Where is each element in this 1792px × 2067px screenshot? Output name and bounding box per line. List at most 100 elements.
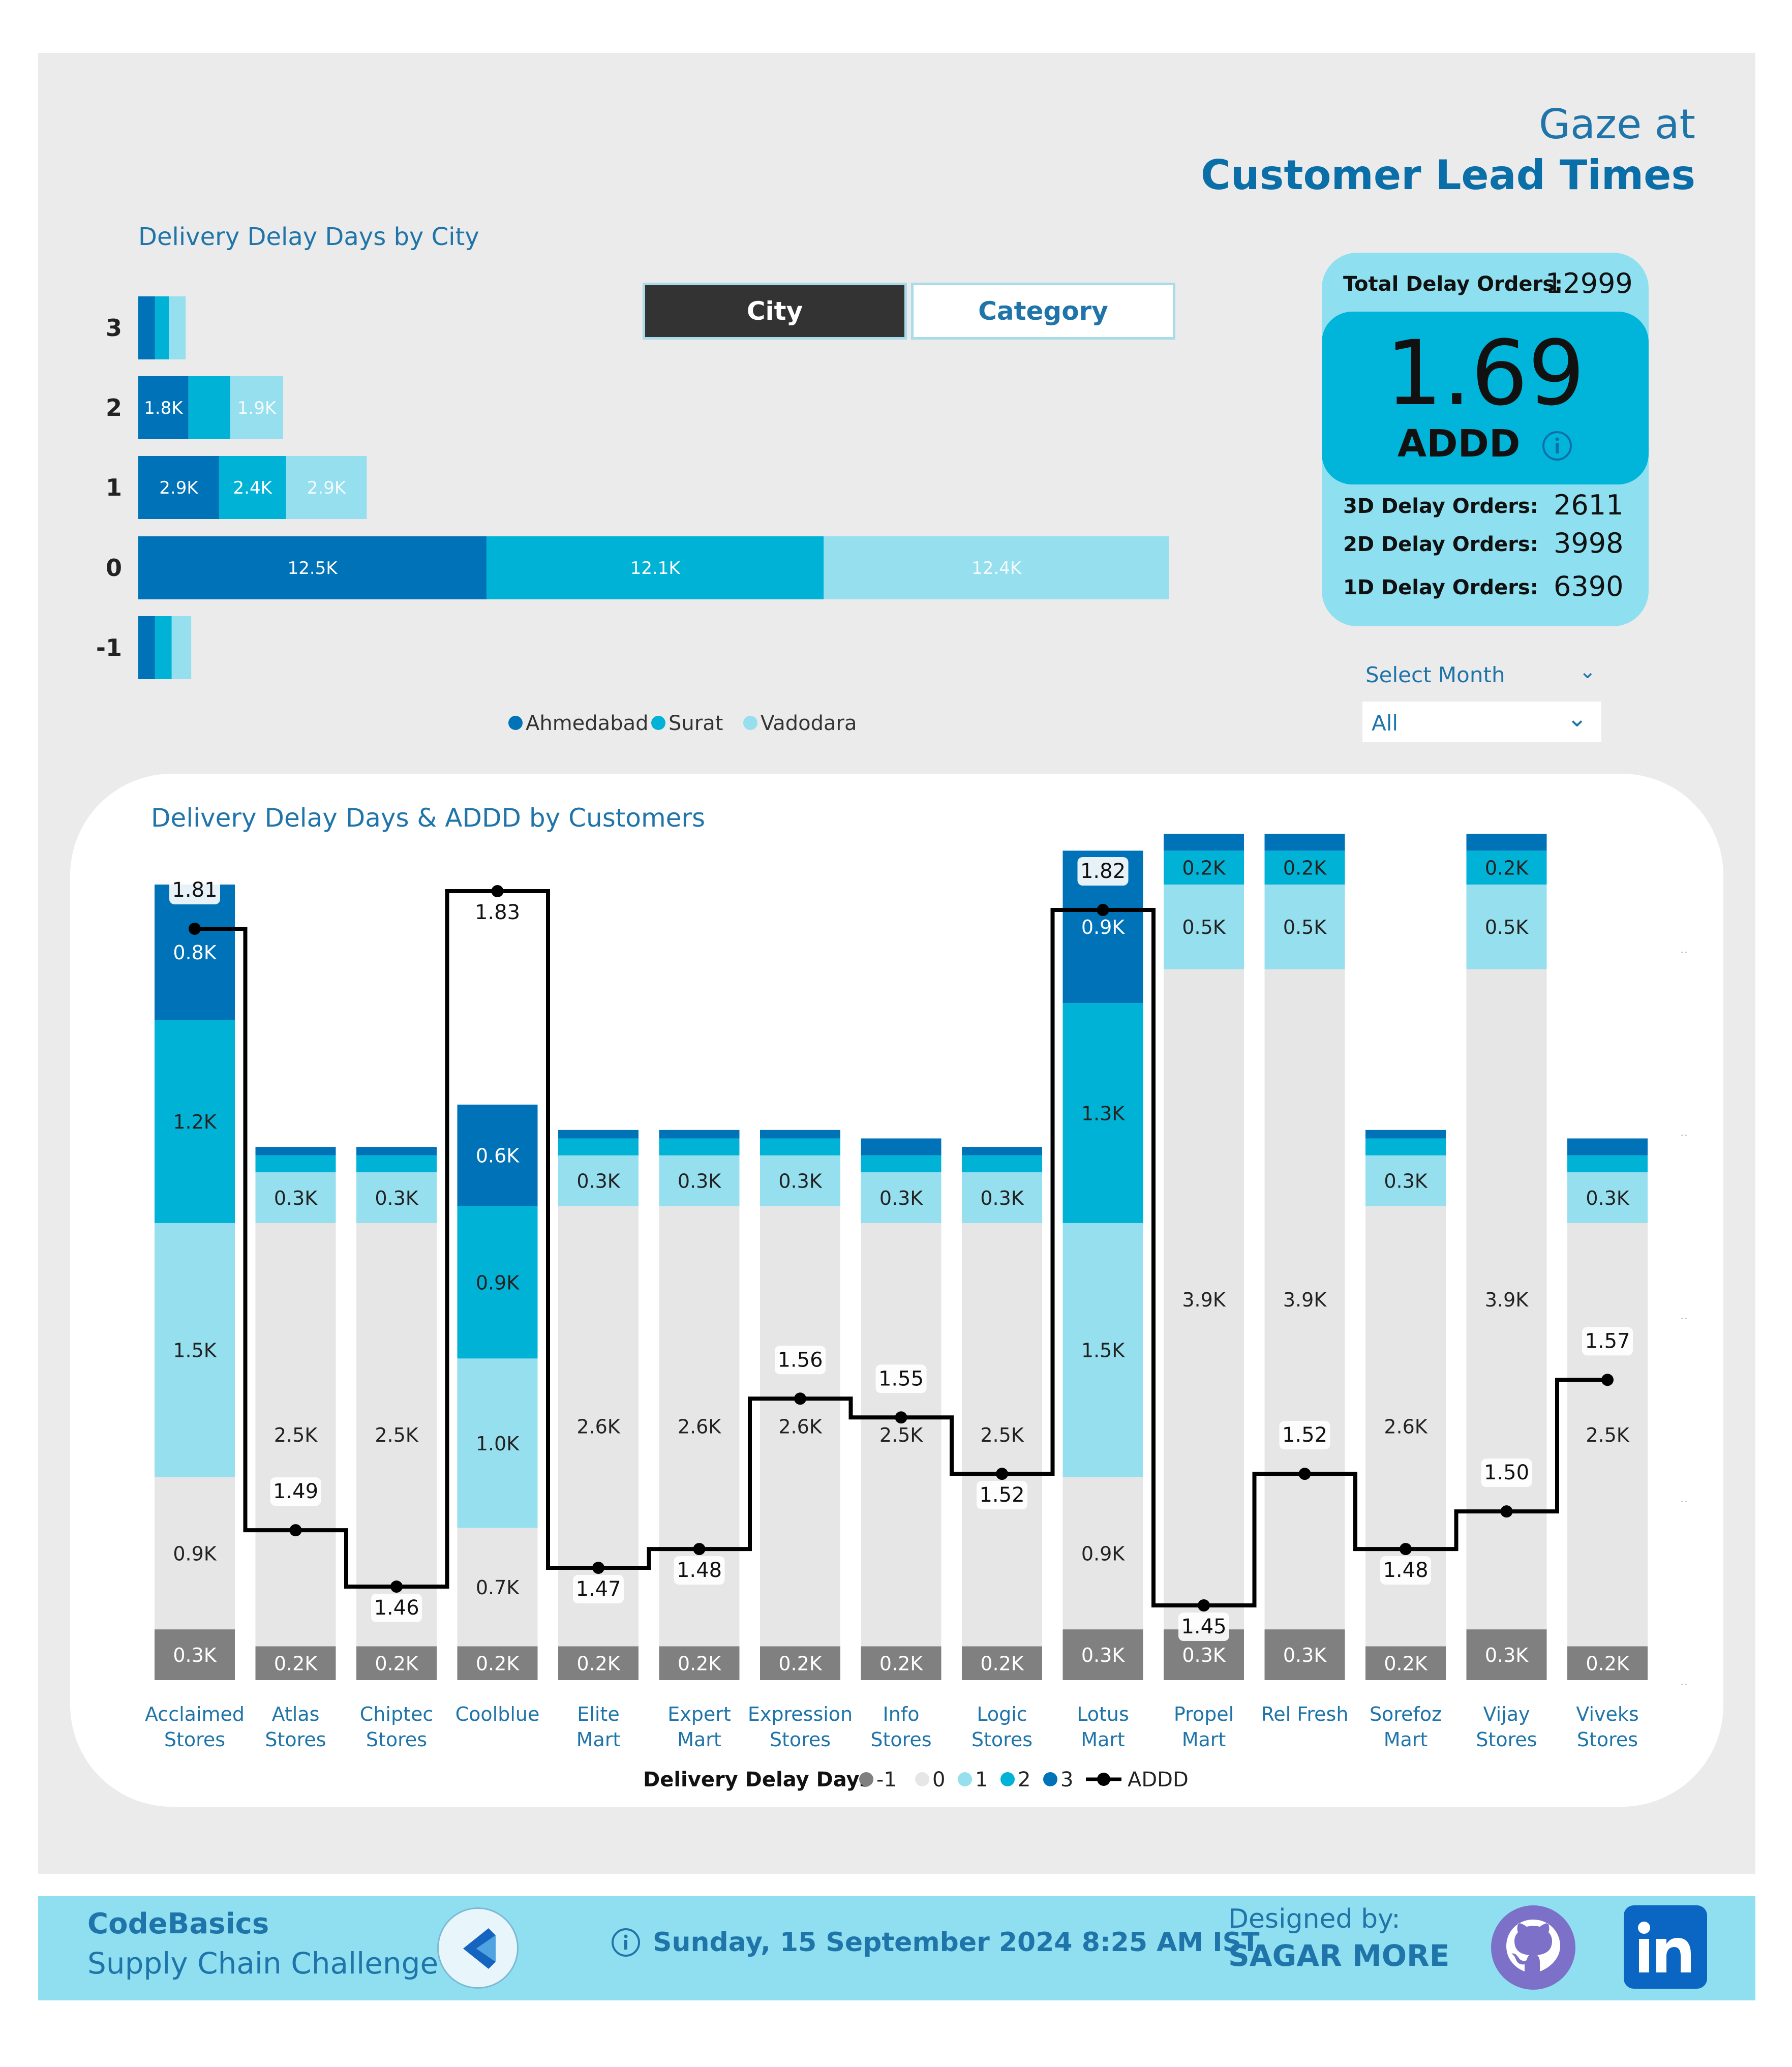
- designer-name: SAGAR MORE: [1228, 1938, 1450, 1973]
- customer-bar-segment: [760, 1130, 840, 1139]
- addd-point: [289, 1524, 302, 1537]
- city-axis-label: 0: [106, 554, 122, 582]
- customer-axis-label: Rel Fresh: [1261, 1703, 1349, 1725]
- customer-axis-label: Stores: [870, 1728, 931, 1751]
- legend-label: 1: [975, 1768, 988, 1791]
- customer-bar-label: 3.9K: [1485, 1289, 1529, 1311]
- customer-bar-label: 2.6K: [1384, 1416, 1427, 1438]
- city-bar-label: 1.9K: [237, 398, 277, 418]
- month-select-value: All: [1372, 711, 1399, 736]
- city-bar-label: 12.4K: [971, 558, 1022, 579]
- city-chart-title: Delivery Delay Days by City: [138, 223, 479, 251]
- total-delay-label: Total Delay Orders:: [1343, 272, 1563, 296]
- codebasics-logo-mark: [463, 1928, 496, 1969]
- legend-title: Delivery Delay Days: [643, 1768, 871, 1791]
- customer-bar-label: 0.3K: [1182, 1644, 1226, 1666]
- city-bar-label: 12.1K: [630, 558, 681, 579]
- customer-bar-label: 0.2K: [576, 1653, 620, 1675]
- city-bar-label: 2.9K: [307, 478, 347, 498]
- customer-bar-label: 0.9K: [173, 1542, 217, 1565]
- city-bar-segment: [155, 616, 172, 679]
- addd-data-label: 1.55: [878, 1367, 924, 1390]
- d1-value: 6390: [1554, 570, 1624, 602]
- customer-bar-label: 0.3K: [274, 1187, 318, 1209]
- addd-value: 1.69: [1385, 321, 1585, 425]
- customer-bar-label: 0.2K: [980, 1653, 1024, 1675]
- legend-label: 2: [1018, 1768, 1030, 1791]
- customer-bar-label: 0.2K: [274, 1653, 318, 1675]
- chevron-down-icon[interactable]: ⌄: [1567, 704, 1587, 733]
- addd-data-label: 1.47: [575, 1577, 621, 1601]
- d3-value: 2611: [1554, 489, 1624, 521]
- customer-bar-label: 2.5K: [375, 1424, 418, 1446]
- customer-axis-label: Stores: [366, 1728, 427, 1751]
- customer-bar-label: 0.2K: [1283, 857, 1327, 879]
- linkedin-icon[interactable]: [1624, 1905, 1707, 1989]
- legend-marker: [1097, 1773, 1110, 1786]
- customer-bar-segment: [861, 1138, 941, 1156]
- customer-axis-label: Atlas: [272, 1703, 320, 1725]
- customer-axis-label: Propel: [1174, 1703, 1234, 1725]
- customer-bar-label: 0.9K: [1081, 1542, 1125, 1565]
- addd-text: ADDD: [1397, 422, 1521, 466]
- customer-bar-segment: [1567, 1138, 1648, 1156]
- axis-tick-mark: ..: [1680, 1308, 1688, 1322]
- customer-bar-segment: [558, 1138, 639, 1156]
- chevron-down-icon[interactable]: ⌄: [1579, 660, 1596, 683]
- legend-label: ADDD: [1128, 1768, 1189, 1791]
- customer-bar-label: 2.5K: [879, 1424, 923, 1446]
- customer-bar-label: 0.9K: [476, 1271, 520, 1294]
- customer-bar-segment: [1567, 1155, 1648, 1173]
- customer-axis-label: Chiptec: [360, 1703, 433, 1725]
- customer-bar-label: 0.8K: [173, 941, 217, 964]
- addd-point: [1298, 1468, 1311, 1480]
- page-title: Gaze at Customer Lead Times: [1201, 99, 1695, 201]
- customer-axis-label: Stores: [770, 1728, 831, 1751]
- customer-bar-label: 0.5K: [1283, 916, 1327, 938]
- city-bar-segment: [155, 296, 169, 359]
- customer-bar-label: 0.2K: [678, 1653, 721, 1675]
- month-select[interactable]: [1362, 702, 1601, 742]
- brand-name: CodeBasics: [87, 1907, 269, 1940]
- customer-bar-label: 0.9K: [1081, 916, 1125, 938]
- github-mark: [1506, 1920, 1560, 1971]
- customer-axis-label: Logic: [977, 1703, 1027, 1725]
- legend-label: 3: [1060, 1768, 1073, 1791]
- customer-axis-label: Expression: [748, 1703, 853, 1725]
- customer-bar-label: 2.5K: [980, 1424, 1024, 1446]
- addd-point: [1601, 1374, 1614, 1386]
- customer-bar-label: 0.2K: [375, 1653, 418, 1675]
- customer-bar-label: 2.5K: [274, 1424, 318, 1446]
- addd-point: [996, 1468, 1008, 1480]
- customer-bar-label: 0.3K: [778, 1170, 822, 1193]
- customer-bar-segment: [659, 1130, 740, 1139]
- info-icon[interactable]: [1541, 430, 1573, 462]
- customer-bar-segment: [962, 1155, 1042, 1173]
- addd-label: ADDD: [1322, 422, 1649, 466]
- customer-axis-label: Viveks: [1576, 1703, 1638, 1725]
- city-delay-chart: 3 2 1.8K 1.9K 1 2.9K 2.4K 2.9K 0 12.5K 12.1K 12.4K -…: [96, 296, 1169, 735]
- addd-data-label: 1.48: [1383, 1559, 1428, 1582]
- city-bar-segment: [169, 296, 186, 359]
- customer-axis-label: Stores: [265, 1728, 326, 1751]
- customer-axis-label: Vijay: [1483, 1703, 1530, 1725]
- addd-data-label: 1.46: [374, 1596, 419, 1620]
- customer-axis-label: Stores: [1577, 1728, 1638, 1751]
- customer-bar-label: 0.3K: [1081, 1644, 1125, 1666]
- customer-axis-label: Lotus: [1077, 1703, 1129, 1725]
- city-axis-label: 3: [106, 314, 122, 342]
- brand-subtitle: Supply Chain Challenge: [87, 1946, 439, 1981]
- customer-axis-label: Stores: [164, 1728, 225, 1751]
- addd-data-label: 1.45: [1181, 1615, 1226, 1638]
- customer-bar-segment: [1365, 1130, 1446, 1139]
- customer-bar-label: 0.2K: [1586, 1653, 1629, 1675]
- customer-delay-chart: .......... 0.3K 0.9K 1.5K 1.2K 0.8K Acclaimed S…: [145, 834, 1688, 1791]
- github-icon[interactable]: [1491, 1905, 1575, 1990]
- legend-label: Surat: [669, 712, 723, 735]
- addd-data-label: 1.83: [475, 901, 520, 924]
- city-axis-label: -1: [96, 634, 122, 661]
- customer-bar-label: 2.5K: [1586, 1424, 1629, 1446]
- info-icon[interactable]: [610, 1927, 642, 1958]
- legend-label: 0: [932, 1768, 945, 1791]
- legend-label: Ahmedabad: [526, 712, 648, 735]
